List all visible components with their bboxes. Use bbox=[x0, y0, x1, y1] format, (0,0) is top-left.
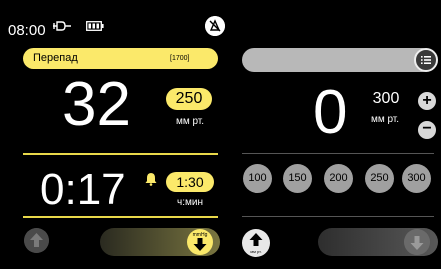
mode-label: Перепад bbox=[33, 52, 78, 64]
preset-button-300[interactable]: 300 bbox=[402, 164, 431, 193]
menu-button[interactable] bbox=[414, 48, 438, 72]
arrow-down-icon bbox=[193, 238, 207, 251]
right-slider-track[interactable] bbox=[242, 48, 434, 72]
preset-button-100[interactable]: 100 bbox=[243, 164, 272, 193]
bell-icon bbox=[145, 173, 157, 186]
preset-button-250[interactable]: 250 bbox=[365, 164, 394, 193]
timer-value: 0:17 bbox=[40, 165, 126, 214]
pump-screen: 08:00 Перепад [1700] 32 250 мм рт. 0:17 … bbox=[0, 0, 441, 269]
divider bbox=[23, 216, 218, 218]
left-arrow-up-button[interactable] bbox=[24, 228, 49, 253]
plug-icon bbox=[53, 21, 71, 31]
up-button-unit: мм рт. bbox=[250, 249, 262, 254]
right-arrow-down-button[interactable] bbox=[404, 229, 430, 255]
decrease-button[interactable]: − bbox=[418, 121, 436, 139]
divider bbox=[23, 153, 218, 155]
right-pressure-value: 0 bbox=[313, 78, 348, 147]
preset-button-200[interactable]: 200 bbox=[324, 164, 353, 193]
battery-icon bbox=[86, 21, 104, 31]
right-pressure-unit: мм рт. bbox=[370, 114, 400, 125]
mode-code: [1700] bbox=[170, 55, 190, 62]
increase-button[interactable]: + bbox=[418, 92, 436, 110]
divider bbox=[242, 216, 434, 217]
timer-unit: ч:мин bbox=[177, 197, 203, 208]
left-arrow-down-button[interactable]: mmHg bbox=[187, 229, 213, 255]
pressure-setpoint-button[interactable]: 250 bbox=[166, 88, 212, 110]
pressure-unit: мм рт. bbox=[175, 116, 205, 127]
right-arrow-up-button[interactable]: мм рт. bbox=[242, 229, 270, 257]
mode-selector[interactable]: Перепад [1700] bbox=[23, 48, 218, 69]
clock: 08:00 bbox=[8, 22, 46, 39]
divider bbox=[242, 153, 434, 154]
preset-button-150[interactable]: 150 bbox=[283, 164, 312, 193]
pressure-value: 32 bbox=[62, 70, 131, 139]
timer-setpoint-button[interactable]: 1:30 bbox=[166, 172, 214, 192]
menu-icon bbox=[421, 56, 431, 64]
alarm-off-icon[interactable] bbox=[205, 16, 225, 36]
right-pressure-setpoint: 300 bbox=[372, 90, 400, 107]
